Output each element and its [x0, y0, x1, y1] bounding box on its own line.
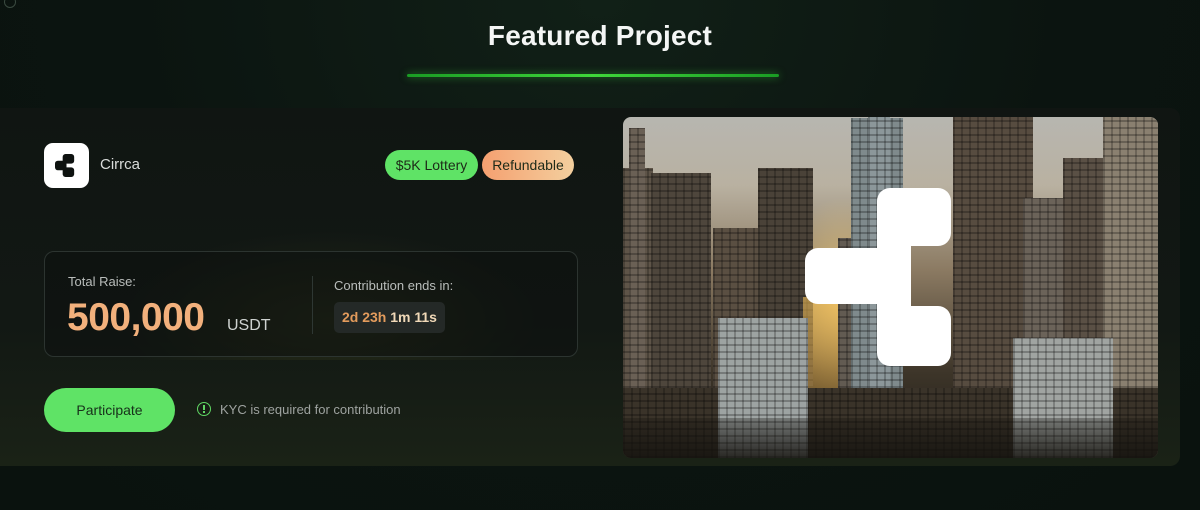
- raise-info-box: Total Raise: 500,000 USDT Contribution e…: [44, 251, 578, 357]
- cirrca-logo-icon: [44, 143, 89, 188]
- total-raise-amount: 500,000: [67, 296, 205, 339]
- kyc-note: KYC is required for contribution: [220, 402, 401, 417]
- section-title: Featured Project: [487, 20, 713, 51]
- cirrca-hero-logo-icon: [805, 188, 951, 366]
- countdown-timer: 2d 23h 1m 11s: [334, 302, 445, 333]
- lottery-badge: $5K Lottery: [385, 150, 478, 180]
- title-underline: [407, 74, 779, 77]
- corner-circle: [4, 0, 16, 8]
- total-raise-label: Total Raise:: [68, 274, 136, 289]
- total-raise-unit: USDT: [227, 317, 271, 334]
- countdown-days-hours: 2d 23h: [342, 309, 387, 325]
- featured-project-page: Featured Project Cirrca $5K Lottery Refu…: [0, 0, 1200, 510]
- info-circle-icon: [197, 402, 211, 416]
- refundable-badge: Refundable: [482, 150, 574, 180]
- ground-shade: [623, 418, 1158, 458]
- divider: [312, 276, 313, 334]
- countdown-min-sec: 1m 11s: [390, 309, 437, 325]
- project-name: Cirrca: [100, 156, 140, 173]
- contribution-ends-label: Contribution ends in:: [334, 278, 454, 293]
- participate-button[interactable]: Participate: [44, 388, 175, 432]
